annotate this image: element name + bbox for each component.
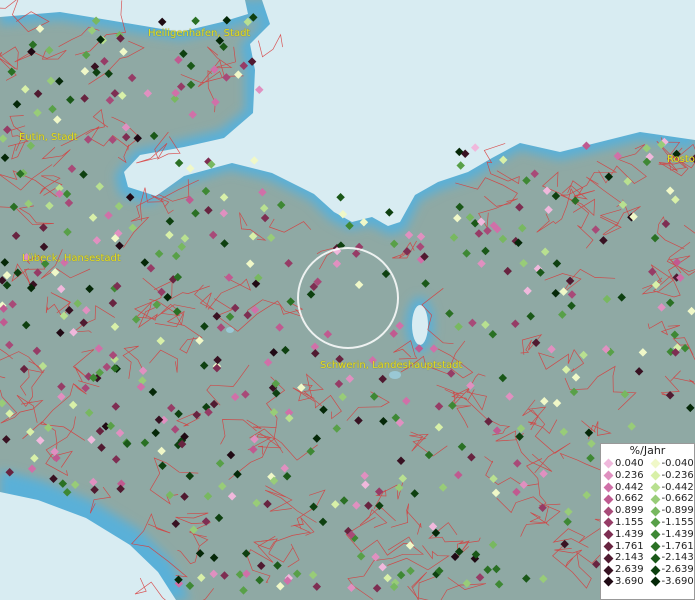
- legend-swatch: [603, 565, 614, 576]
- legend-swatch: [650, 541, 660, 552]
- legend-row: 3.690: [601, 576, 648, 588]
- legend-swatch: [650, 529, 660, 540]
- legend-swatch: [603, 458, 614, 469]
- legend-row: -0.040: [648, 458, 695, 470]
- legend: %/Jahr 0.040 0.236 0.442 0.662 0.899 1.155 1.4…: [600, 443, 695, 600]
- legend-swatch: [603, 529, 614, 540]
- legend-row: 0.442: [601, 482, 648, 494]
- legend-label: 0.442: [615, 481, 644, 493]
- legend-row: 0.236: [601, 470, 648, 482]
- legend-row: -0.899: [648, 505, 695, 517]
- legend-label: 3.690: [615, 575, 644, 587]
- legend-label: -2.143: [661, 552, 694, 564]
- legend-label: -0.236: [661, 469, 694, 481]
- city-label-eutin: Eutin, Stadt: [19, 132, 78, 143]
- legend-row: 0.662: [601, 493, 648, 505]
- legend-swatch: [650, 482, 660, 493]
- legend-row: 0.040: [601, 458, 648, 470]
- legend-swatch: [650, 494, 660, 505]
- legend-row: 1.155: [601, 517, 648, 529]
- legend-swatch: [603, 576, 614, 587]
- legend-label: -1.155: [661, 516, 694, 528]
- legend-label: 2.639: [615, 564, 644, 576]
- legend-title: %/Jahr: [629, 444, 666, 457]
- legend-swatch: [650, 517, 660, 528]
- legend-label: -0.040: [661, 458, 694, 469]
- legend-label: 0.040: [615, 458, 644, 469]
- legend-label: -0.662: [661, 493, 694, 505]
- legend-row: -0.442: [648, 482, 695, 494]
- city-label-rostock: Rosto: [667, 154, 695, 165]
- legend-row: -0.662: [648, 493, 695, 505]
- legend-row: 2.639: [601, 564, 648, 576]
- legend-row: -2.143: [648, 552, 695, 564]
- legend-label: 1.155: [615, 516, 644, 528]
- legend-row: 2.143: [601, 552, 648, 564]
- legend-swatch: [650, 458, 660, 469]
- legend-swatch: [603, 494, 614, 505]
- legend-label: -3.690: [661, 575, 694, 587]
- legend-row: -0.236: [648, 470, 695, 482]
- legend-label: -0.899: [661, 505, 694, 517]
- legend-label: 0.236: [615, 469, 644, 481]
- legend-row: -1.155: [648, 517, 695, 529]
- legend-label: 0.662: [615, 493, 644, 505]
- legend-swatch: [603, 506, 614, 517]
- legend-label: -1.439: [661, 528, 694, 540]
- city-label-schwerin: Schwerin, Landeshauptstadt: [320, 360, 463, 371]
- legend-swatch: [603, 553, 614, 564]
- legend-label: -1.761: [661, 540, 694, 552]
- city-label-luebeck: Lübeck, Hansestadt: [22, 253, 121, 264]
- legend-positive-column: 0.040 0.236 0.442 0.662 0.899 1.155 1.439 1.761…: [601, 458, 648, 588]
- legend-label: 1.439: [615, 528, 644, 540]
- legend-label: 0.899: [615, 505, 644, 517]
- legend-swatch: [650, 506, 660, 517]
- legend-swatch: [650, 576, 660, 587]
- legend-swatch: [603, 482, 614, 493]
- legend-label: -0.442: [661, 481, 694, 493]
- legend-label: 1.761: [615, 540, 644, 552]
- legend-swatch: [650, 553, 660, 564]
- legend-row: -1.761: [648, 541, 695, 553]
- legend-swatch: [650, 470, 660, 481]
- legend-row: 1.439: [601, 529, 648, 541]
- legend-row: 0.899: [601, 505, 648, 517]
- legend-negative-column: -0.040 -0.236 -0.442 -0.662 -0.899 -1.155 -1.4…: [648, 458, 695, 588]
- legend-label: -2.639: [661, 564, 694, 576]
- legend-row: 1.761: [601, 541, 648, 553]
- map-canvas[interactable]: [0, 0, 695, 600]
- legend-row: -1.439: [648, 529, 695, 541]
- legend-label: 2.143: [615, 552, 644, 564]
- legend-row: -3.690: [648, 576, 695, 588]
- legend-swatch: [650, 565, 660, 576]
- legend-swatch: [603, 470, 614, 481]
- legend-swatch: [603, 541, 614, 552]
- legend-swatch: [603, 517, 614, 528]
- city-label-heiligenhafen: Heiligenhafen, Stadt: [148, 28, 251, 39]
- legend-row: -2.639: [648, 564, 695, 576]
